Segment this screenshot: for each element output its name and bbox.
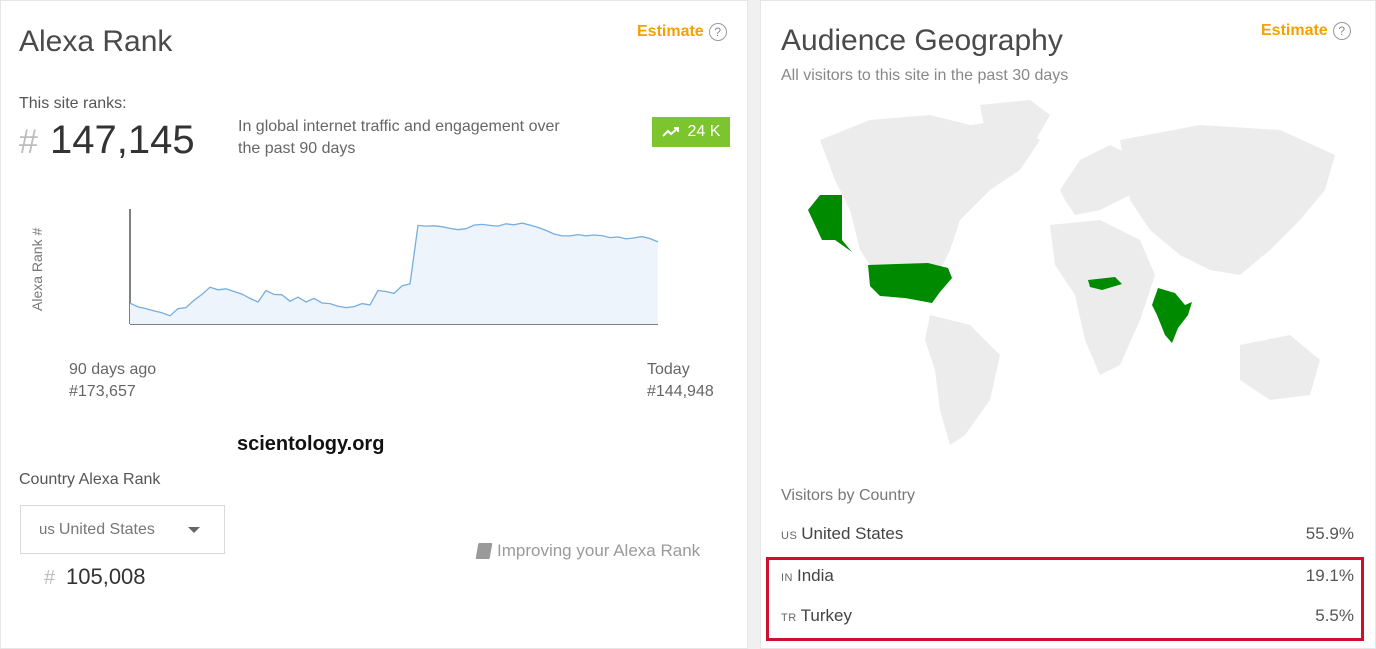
estimate-link-geo[interactable]: Estimate ?	[1261, 22, 1351, 40]
chevron-down-icon	[188, 527, 200, 533]
geo-subtitle: All visitors to this site in the past 30…	[781, 67, 1069, 84]
rank-description: In global internet traffic and engagemen…	[238, 118, 560, 157]
country-row-name: us United States	[781, 524, 903, 544]
visitors-by-country-label: Visitors by Country	[781, 487, 915, 504]
alexa-rank-panel: Alexa Rank Estimate ? This site ranks: #…	[0, 0, 748, 649]
country-name: United States	[58, 520, 155, 538]
country-select[interactable]: us United States	[20, 505, 225, 554]
rank-hash: #	[19, 123, 38, 161]
country-code: us	[781, 530, 798, 542]
site-ranks-label: This site ranks:	[19, 95, 127, 112]
rank-area	[130, 223, 658, 324]
map-africa	[1050, 220, 1155, 375]
book-icon	[475, 543, 493, 559]
country-name: United States	[801, 524, 904, 543]
chart-start: 90 days ago #173,657	[69, 359, 156, 403]
map-asia	[1120, 125, 1335, 275]
country-rank-hash: #	[44, 567, 56, 589]
improve-rank-link[interactable]: Improving your Alexa Rank	[475, 541, 701, 561]
start-value: #173,657	[69, 383, 136, 400]
chart-end: Today #144,948	[647, 359, 714, 403]
estimate-label: Estimate	[637, 23, 704, 40]
estimate-label-geo: Estimate	[1261, 22, 1328, 39]
rank-change-badge: 24 K	[652, 117, 730, 147]
map-australia	[1240, 335, 1320, 400]
site-domain: scientology.org	[237, 433, 385, 455]
map-country-india	[1152, 288, 1192, 343]
country-code: us	[39, 521, 55, 538]
alexa-rank-title: Alexa Rank	[19, 25, 173, 58]
highlight-box	[766, 557, 1364, 641]
help-icon[interactable]: ?	[1332, 22, 1351, 40]
map-country-us	[868, 263, 952, 303]
country-rank-label: Country Alexa Rank	[19, 471, 161, 488]
map-country-alaska	[808, 195, 852, 252]
rank-change-value: 24 K	[687, 123, 721, 140]
audience-geography-title: Audience Geography	[781, 24, 1063, 57]
map-south-america	[925, 315, 1000, 445]
country-pct: 55.9%	[1305, 524, 1354, 543]
end-label: Today	[647, 361, 690, 378]
improve-rank-label: Improving your Alexa Rank	[497, 541, 701, 560]
country-row-us: us United States 55.9%	[781, 519, 1354, 549]
start-label: 90 days ago	[69, 361, 157, 378]
end-value: #144,948	[647, 383, 714, 400]
country-rank-value: 105,008	[66, 564, 146, 589]
help-icon[interactable]: ?	[708, 23, 727, 41]
world-map	[808, 100, 1335, 445]
trending-up-icon	[661, 127, 679, 137]
global-rank-value: 147,145	[50, 118, 195, 162]
estimate-link[interactable]: Estimate ?	[637, 23, 727, 41]
rank-trend-chart	[129, 209, 659, 325]
